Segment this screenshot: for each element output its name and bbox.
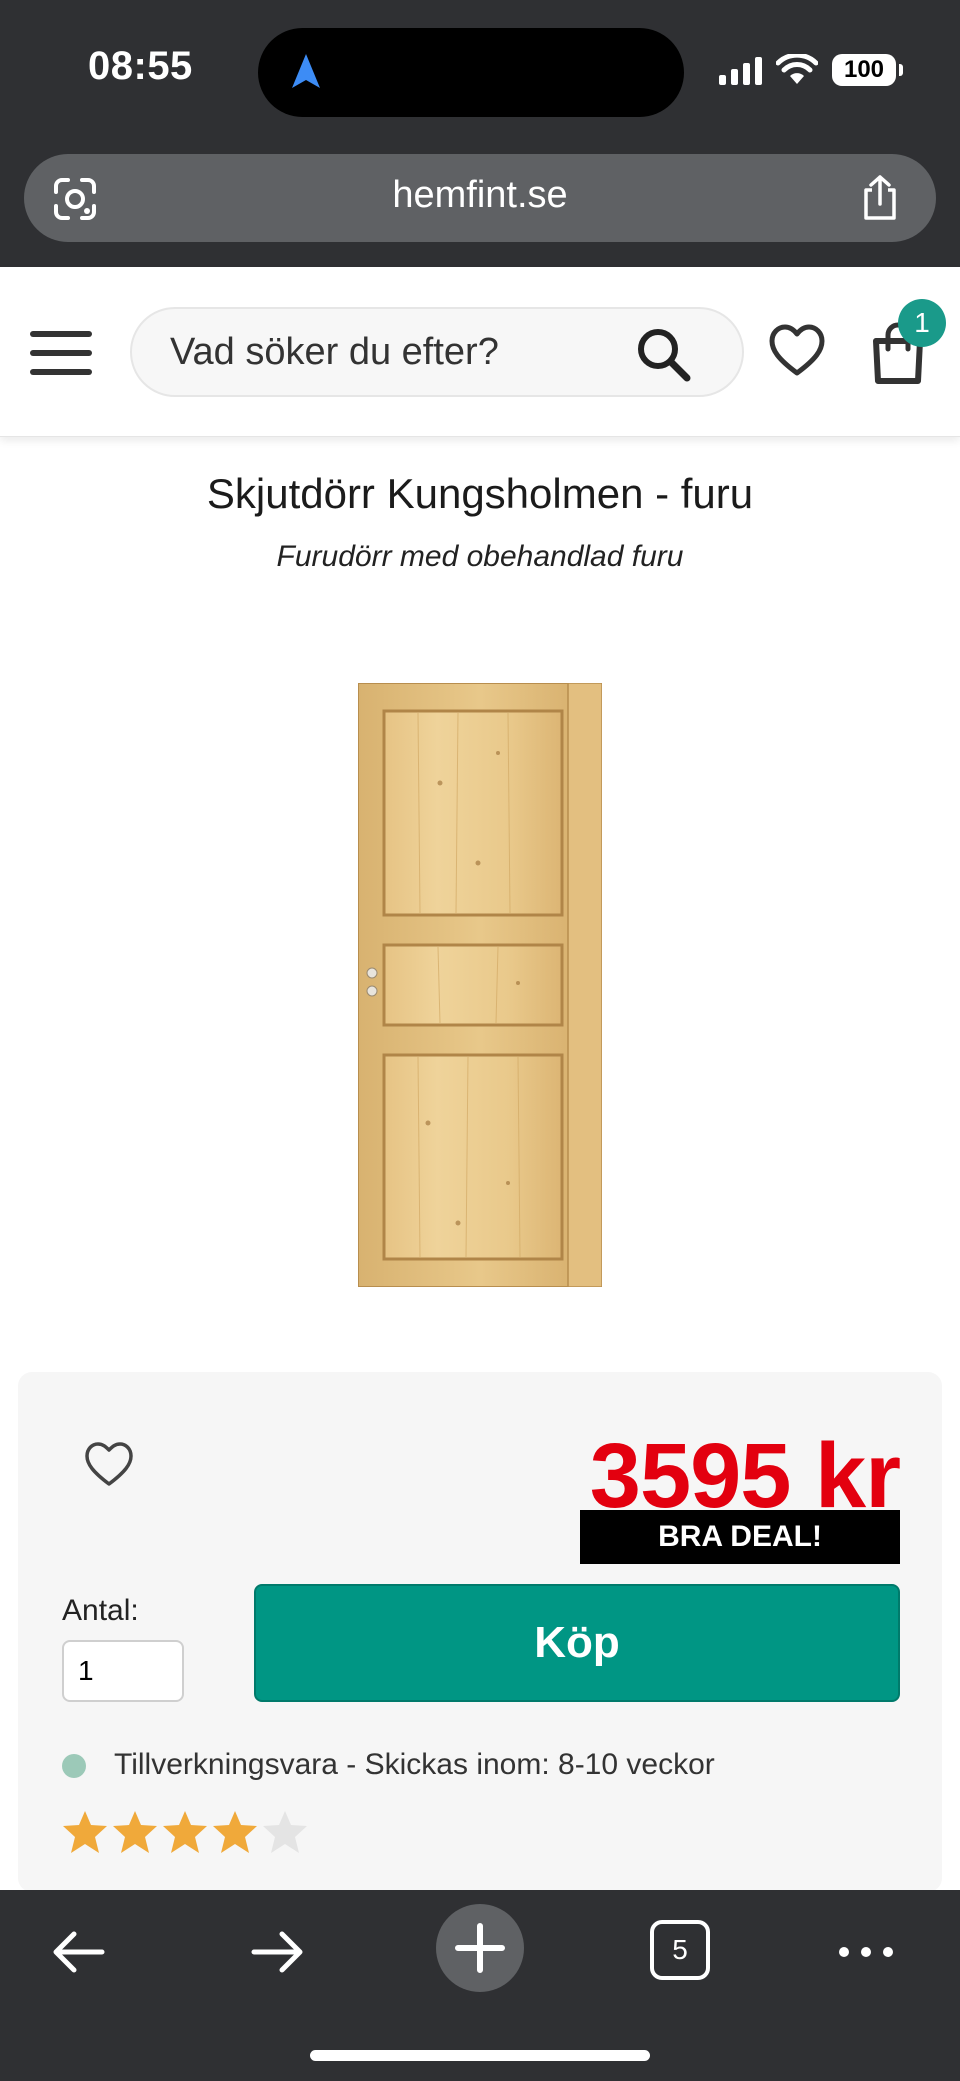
star-filled-icon[interactable] bbox=[60, 1808, 110, 1856]
star-empty-icon[interactable] bbox=[260, 1808, 310, 1856]
wifi-icon bbox=[776, 54, 818, 84]
stock-status-text: Tillverkningsvara - Skickas inom: 8-10 v… bbox=[114, 1748, 715, 1781]
hamburger-menu-icon[interactable] bbox=[30, 331, 92, 375]
heart-icon[interactable] bbox=[768, 322, 826, 380]
add-to-wishlist-heart-icon[interactable] bbox=[84, 1440, 134, 1488]
search-box[interactable] bbox=[130, 307, 744, 397]
url-bar[interactable]: hemfint.se bbox=[24, 154, 936, 242]
home-indicator bbox=[310, 2050, 650, 2061]
buy-box: 3595 kr BRA DEAL! Antal: Köp Tillverknin… bbox=[18, 1372, 942, 1892]
status-time: 08:55 bbox=[88, 44, 193, 88]
buy-button[interactable]: Köp bbox=[254, 1584, 900, 1702]
star-filled-icon[interactable] bbox=[210, 1808, 260, 1856]
more-dots-icon[interactable] bbox=[836, 1922, 896, 1982]
quantity-label: Antal: bbox=[62, 1594, 139, 1627]
star-rating[interactable] bbox=[60, 1808, 310, 1856]
star-filled-icon[interactable] bbox=[160, 1808, 210, 1856]
tabs-icon[interactable]: 5 bbox=[650, 1920, 710, 1980]
status-icons: 100 bbox=[719, 50, 903, 90]
browser-top-chrome: 08:55 100 hemfint.se bbox=[0, 0, 960, 267]
product-image-door[interactable] bbox=[358, 683, 602, 1287]
url-text[interactable]: hemfint.se bbox=[24, 174, 936, 217]
browser-bottom-toolbar: 5 bbox=[0, 1890, 960, 2081]
dynamic-island bbox=[258, 28, 684, 117]
share-icon[interactable] bbox=[858, 174, 902, 222]
back-arrow-icon[interactable] bbox=[48, 1922, 108, 1982]
search-icon[interactable] bbox=[634, 325, 692, 383]
product-subtitle: Furudörr med obehandlad furu bbox=[276, 540, 684, 573]
search-input[interactable] bbox=[170, 309, 640, 395]
site-header: 1 bbox=[0, 267, 960, 437]
star-filled-icon[interactable] bbox=[110, 1808, 160, 1856]
location-arrow-icon bbox=[292, 54, 320, 88]
stock-status-dot bbox=[62, 1754, 86, 1778]
forward-arrow-icon[interactable] bbox=[248, 1922, 308, 1982]
deal-badge: BRA DEAL! bbox=[580, 1510, 900, 1564]
cart-count-badge: 1 bbox=[898, 299, 946, 347]
new-tab-plus-icon[interactable] bbox=[436, 1904, 524, 1992]
signal-bars-icon bbox=[719, 55, 762, 85]
battery-icon: 100 bbox=[832, 54, 903, 86]
quantity-input[interactable] bbox=[62, 1640, 184, 1702]
product-title: Skjutdörr Kungsholmen - furu bbox=[206, 470, 754, 517]
